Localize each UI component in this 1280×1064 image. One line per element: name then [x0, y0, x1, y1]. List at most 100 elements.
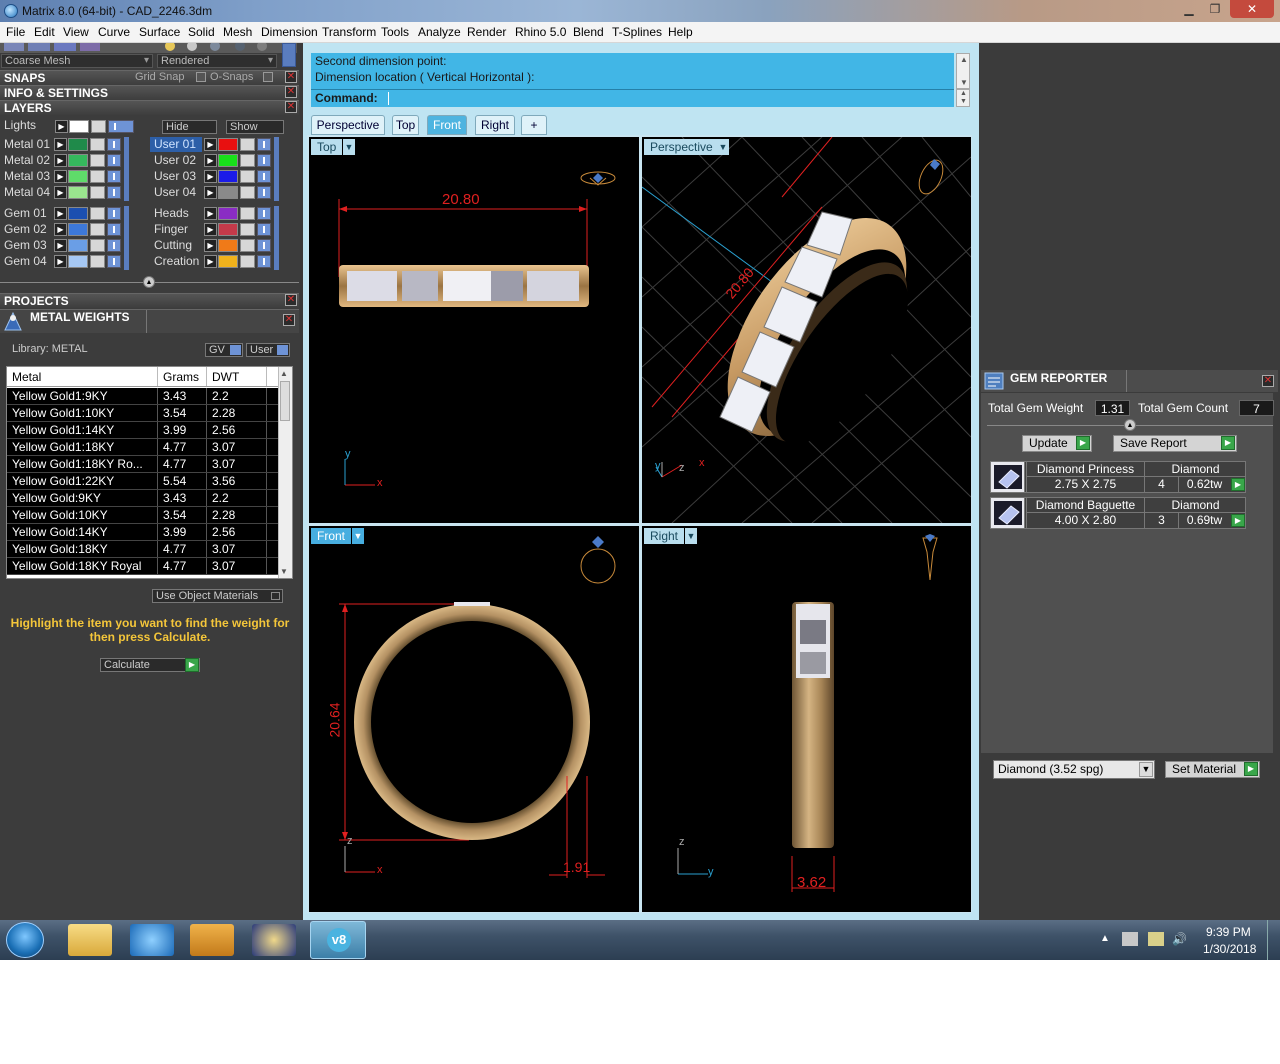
osnaps-checkbox[interactable] [263, 72, 273, 82]
visibility-icon[interactable] [107, 207, 121, 220]
mesh-mode-select[interactable]: Coarse Mesh [1, 54, 153, 68]
projects-header[interactable]: PROJECTS [0, 293, 299, 308]
table-row[interactable]: Yellow Gold1:10KY 3.54 2.28 [7, 405, 279, 422]
chevron-down-icon[interactable]: ▼ [1139, 762, 1153, 777]
toolbar-toggle-button[interactable] [282, 43, 296, 67]
layer-color-swatch[interactable] [218, 186, 238, 199]
gemvision-icon[interactable] [252, 924, 296, 956]
menu-tsplines[interactable]: T-Splines [612, 25, 662, 39]
layer-label[interactable]: User 04 [150, 185, 202, 200]
layer-color-swatch[interactable] [218, 138, 238, 151]
play-arrow-icon[interactable]: ▶ [54, 255, 67, 268]
lock-icon[interactable] [90, 138, 105, 151]
play-arrow-icon[interactable]: ▶ [54, 239, 67, 252]
show-desktop-button[interactable] [1267, 920, 1280, 960]
front-viewport[interactable]: Front ▼ 20.64 1.91 z x [309, 526, 639, 912]
layer-label[interactable]: User 01 [150, 137, 202, 152]
lock-icon[interactable] [240, 223, 255, 236]
layer-color-swatch[interactable] [68, 186, 88, 199]
menu-render[interactable]: Render [467, 25, 506, 39]
visibility-icon[interactable] [107, 186, 121, 199]
menu-file[interactable]: File [6, 25, 25, 39]
info-settings-header[interactable]: INFO & SETTINGS [0, 85, 299, 100]
command-history-scrollbar[interactable]: ▲ ▼ [956, 53, 970, 89]
perspective-viewport-label[interactable]: Perspective [644, 139, 719, 155]
lock-icon[interactable] [91, 120, 106, 133]
visibility-icon[interactable] [257, 223, 271, 236]
collapse-handle[interactable]: ▲ [143, 276, 155, 288]
play-arrow-icon[interactable]: ▶ [54, 154, 67, 167]
play-arrow-icon[interactable]: ▶ [204, 138, 217, 151]
hide-button[interactable]: Hide [162, 120, 217, 134]
visibility-icon[interactable] [257, 154, 271, 167]
minimize-button[interactable]: ▁ [1176, 0, 1202, 18]
layer-label[interactable]: Gem 02 [0, 222, 52, 237]
lock-icon[interactable] [240, 207, 255, 220]
close-icon[interactable]: ✕ [1262, 375, 1274, 387]
front-viewport-label[interactable]: Front [311, 528, 352, 544]
calculate-button[interactable]: Calculate ▶ [100, 658, 200, 672]
scroll-down-icon[interactable]: ▼ [280, 567, 288, 576]
lock-icon[interactable] [90, 154, 105, 167]
close-icon[interactable]: ✕ [285, 294, 297, 306]
menu-curve[interactable]: Curve [98, 25, 130, 39]
right-viewport[interactable]: Right ▼ 3.62 z y [642, 526, 971, 912]
table-row[interactable]: Yellow Gold1:18KY 4.77 3.07 [7, 439, 279, 456]
material-select[interactable]: Diamond (3.52 spg) ▼ [993, 760, 1155, 779]
play-arrow-icon[interactable]: ▶ [54, 186, 67, 199]
visibility-icon[interactable] [257, 138, 271, 151]
lock-icon[interactable] [240, 138, 255, 151]
layer-color-swatch[interactable] [218, 170, 238, 183]
layer-label[interactable]: Metal 04 [0, 185, 52, 200]
tab-front[interactable]: Front [427, 115, 467, 135]
layer-color-swatch[interactable] [68, 170, 88, 183]
layer-label[interactable]: Metal 01 [0, 137, 52, 152]
grid-snap-label[interactable]: Grid Snap [135, 71, 185, 83]
collapse-handle[interactable]: ▲ [1124, 419, 1136, 431]
close-icon[interactable]: ✕ [285, 71, 297, 83]
layer-label[interactable]: Metal 02 [0, 153, 52, 168]
layer-label[interactable]: Metal 03 [0, 169, 52, 184]
visibility-icon[interactable] [107, 170, 121, 183]
osnaps-label[interactable]: O-Snaps [210, 71, 253, 83]
layer-color-swatch[interactable] [68, 207, 88, 220]
column-header-metal[interactable]: Metal [7, 367, 158, 386]
menu-view[interactable]: View [63, 25, 89, 39]
user-button[interactable]: User [246, 343, 290, 357]
lock-icon[interactable] [90, 170, 105, 183]
lights-color-swatch[interactable] [69, 120, 89, 133]
layer-color-swatch[interactable] [218, 255, 238, 268]
menu-rhino[interactable]: Rhino 5.0 [515, 25, 566, 39]
column-header-dwt[interactable]: DWT [207, 367, 267, 386]
play-arrow-icon[interactable]: ▶ [54, 223, 67, 236]
visibility-icon[interactable] [107, 138, 121, 151]
lock-icon[interactable] [90, 207, 105, 220]
table-row[interactable]: Yellow Gold:18KY Royal 4.77 3.07 [7, 558, 279, 575]
lock-icon[interactable] [240, 255, 255, 268]
gv-button[interactable]: GV [205, 343, 243, 357]
layer-color-swatch[interactable] [218, 223, 238, 236]
visibility-icon[interactable] [107, 223, 121, 236]
layer-color-swatch[interactable] [68, 255, 88, 268]
play-arrow-icon[interactable]: ▶ [204, 239, 217, 252]
table-row[interactable]: Yellow Gold1:9KY 3.43 2.2 [7, 388, 279, 405]
lock-icon[interactable] [240, 239, 255, 252]
close-button[interactable]: ✕ [1230, 0, 1274, 18]
lock-icon[interactable] [90, 255, 105, 268]
volume-icon[interactable]: 🔊 [1172, 932, 1187, 946]
perspective-viewport[interactable]: Perspective ▼ 20.80 y z x [642, 137, 971, 523]
visibility-icon[interactable] [257, 186, 271, 199]
right-viewport-label[interactable]: Right [644, 528, 685, 544]
action-center-icon[interactable] [1122, 932, 1138, 946]
play-arrow-icon[interactable]: ▶ [204, 207, 217, 220]
close-icon[interactable]: ✕ [283, 314, 295, 326]
table-row[interactable]: Yellow Gold1:14KY 3.99 2.56 [7, 422, 279, 439]
command-line-scrollbar[interactable]: ▲ ▼ [956, 89, 970, 107]
table-row[interactable]: Yellow Gold:9KY 3.43 2.2 [7, 490, 279, 507]
layer-label[interactable]: Gem 01 [0, 206, 52, 221]
tab-right[interactable]: Right [475, 115, 515, 135]
gem-row[interactable]: Diamond Princess Diamond 2.75 X 2.75 4 0.62t… [990, 461, 1246, 493]
lock-icon[interactable] [240, 170, 255, 183]
chevron-down-icon[interactable]: ▼ [717, 139, 729, 155]
layers-header[interactable]: LAYERS [0, 100, 299, 115]
